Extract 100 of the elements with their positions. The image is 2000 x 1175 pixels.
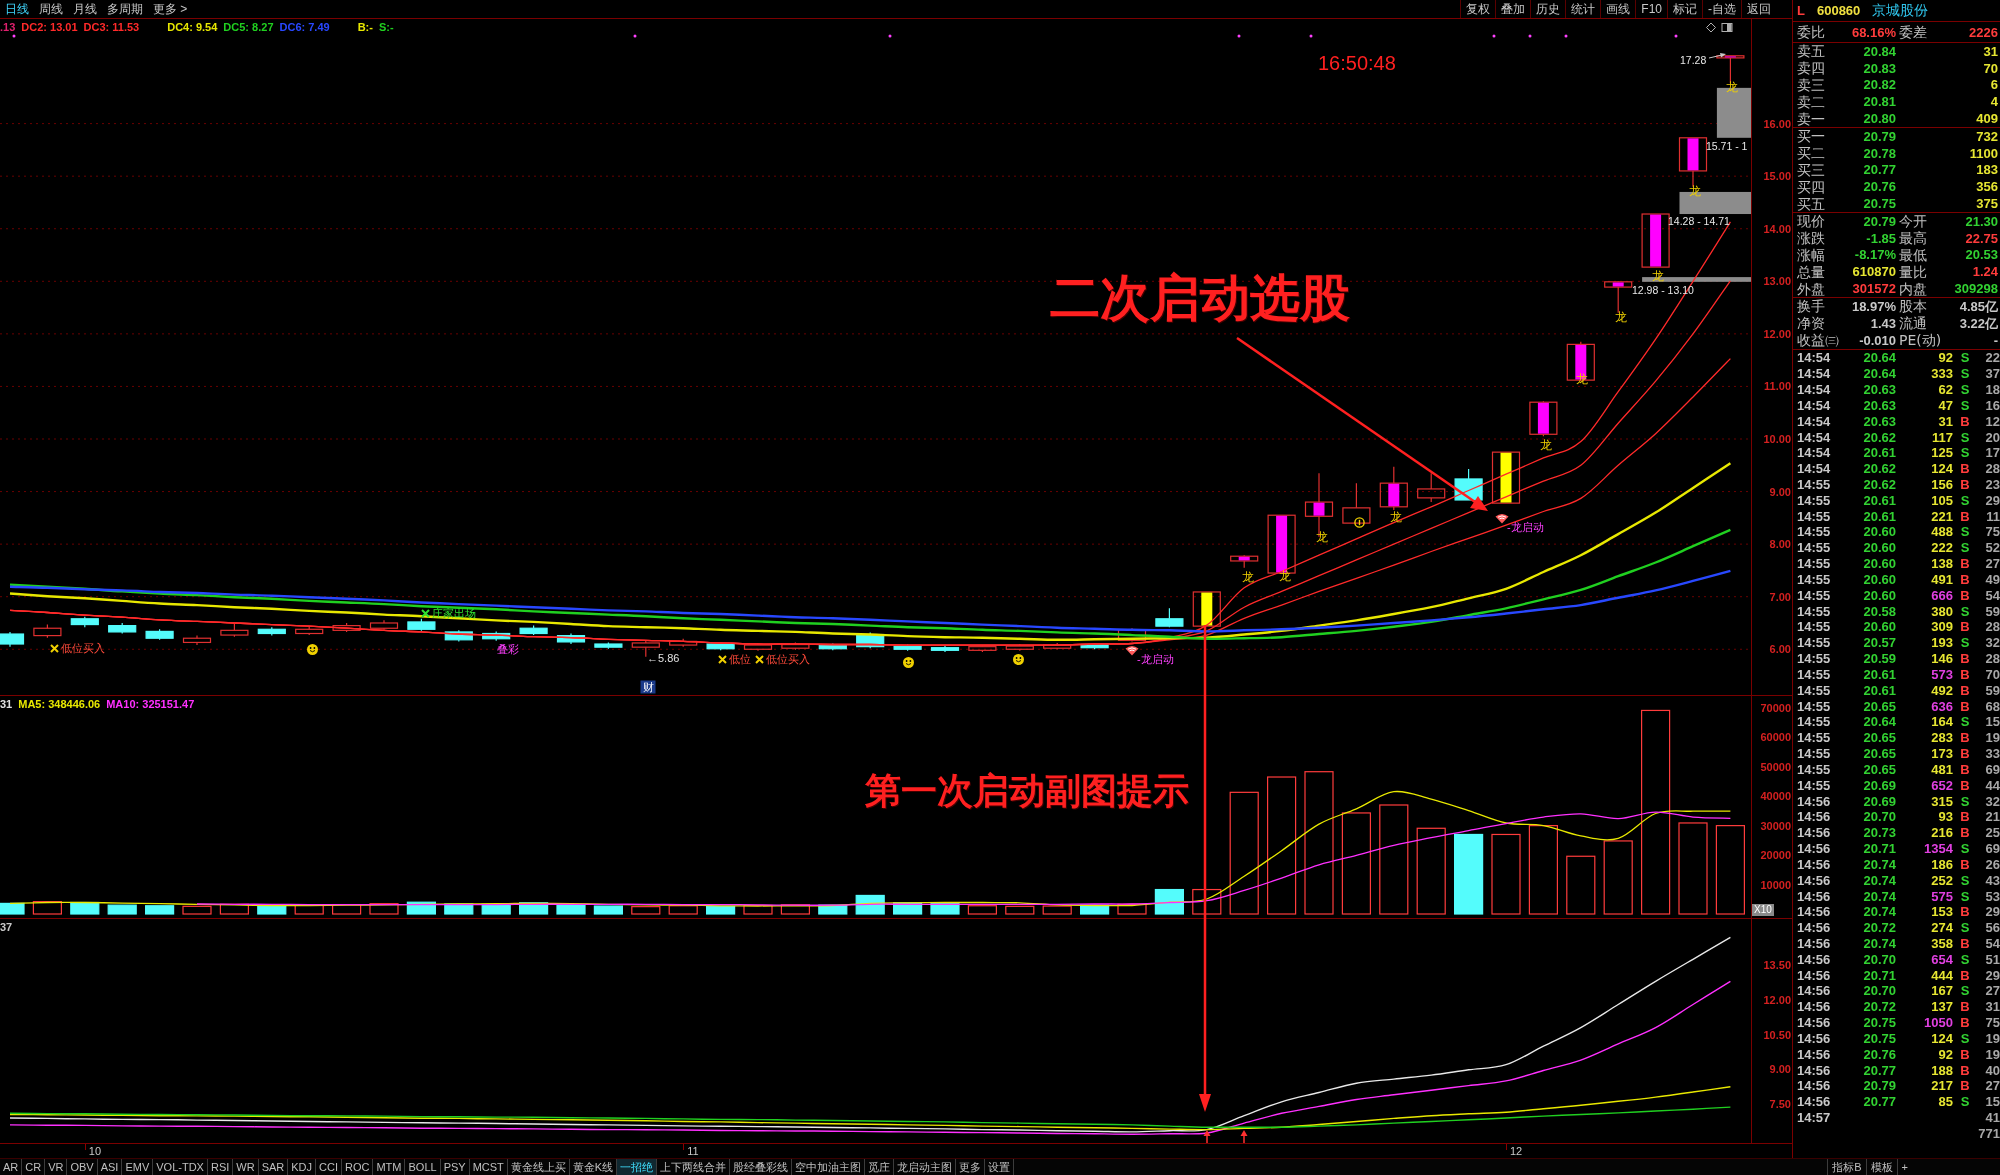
trade-time: 14:54: [1797, 398, 1831, 412]
trade-price: 20.70: [1862, 984, 1896, 998]
legend-value: DC2: 13.01: [21, 21, 78, 33]
trade-side: B: [1959, 478, 1971, 491]
legend-value: MA5: 348446.06: [18, 698, 101, 710]
trade-time: 14:56: [1797, 857, 1831, 871]
trade-price: 20.59: [1862, 652, 1896, 666]
quote-label: 委差: [1898, 25, 1928, 39]
order-level-label: 买五: [1797, 196, 1826, 211]
trade-volume: 252: [1930, 873, 1953, 887]
trade-price: 20.74: [1862, 857, 1896, 871]
trade-price: 20.75: [1862, 1031, 1896, 1045]
trade-time: 14:55: [1797, 620, 1831, 634]
trade-side: B: [1959, 731, 1971, 745]
trade-count: 32: [1984, 794, 2000, 808]
quote-value: 21.30: [1964, 214, 1998, 228]
trade-side: B: [1959, 1079, 1971, 1093]
quote-value: -8.17%: [1853, 248, 1896, 262]
trade-time: 14:55: [1797, 652, 1831, 666]
trade-count: 75: [1984, 1016, 2000, 1030]
trade-side: B: [1959, 588, 1971, 602]
trade-volume: 636: [1930, 699, 1953, 713]
quote-label: 净资: [1797, 316, 1826, 331]
trade-side: S: [1959, 604, 1971, 618]
trade-volume: 156: [1930, 478, 1953, 491]
quote-value: 20.53: [1964, 248, 1998, 262]
trade-count: 49: [1984, 572, 2000, 586]
quote-label: 换手: [1797, 299, 1826, 314]
trade-volume: 221: [1930, 509, 1953, 523]
order-price: 20.81: [1862, 95, 1896, 109]
trade-count: 28: [1984, 652, 2000, 666]
trade-count: 19: [1984, 1047, 2000, 1061]
start-signal-label: -龙启动: [1137, 652, 1174, 666]
trade-side: B: [1959, 1047, 1971, 1061]
axis-label: 11.00: [1764, 380, 1791, 392]
trade-volume: 92: [1937, 351, 1953, 365]
trade-price: 20.62: [1862, 478, 1896, 491]
order-volume: 183: [1975, 163, 1998, 177]
trade-count: 771: [1977, 1126, 2000, 1140]
legend-value: DC6: 7.49: [279, 21, 330, 33]
quote-value: 1.24: [1971, 265, 1998, 279]
annotation-text: 二次启动选股: [1050, 271, 1350, 326]
trade-time: 14:56: [1797, 905, 1831, 919]
quote-value: 301572: [1851, 282, 1896, 296]
trade-price: 20.71: [1862, 842, 1896, 856]
trade-volume: 488: [1930, 525, 1953, 539]
quote-label: 股本: [1898, 299, 1928, 314]
price-range-label: 17.28: [1680, 55, 1707, 67]
axis-label: 7.00: [1769, 591, 1791, 603]
trade-time: 14:56: [1797, 984, 1831, 998]
order-level-label: 买一: [1797, 129, 1826, 144]
trade-price: 20.60: [1862, 557, 1896, 571]
trade-volume: 309: [1930, 620, 1953, 634]
trade-volume: 117: [1931, 430, 1953, 444]
trade-volume: 222: [1930, 541, 1953, 555]
trade-time: 14:56: [1797, 794, 1831, 808]
order-volume: 356: [1975, 180, 1998, 194]
trade-time: 14:56: [1797, 873, 1831, 887]
quote-label: 涨跌: [1797, 231, 1826, 246]
axis-label: 50000: [1760, 761, 1791, 773]
price-range-label: 15.71 - 1: [1706, 141, 1748, 153]
legend-value: B:-: [357, 21, 373, 33]
trade-time: 14:56: [1797, 1016, 1831, 1030]
buy-signal-label: 低位: [729, 652, 751, 666]
trade-time: 14:55: [1797, 572, 1831, 586]
trade-time: 14:56: [1797, 1000, 1831, 1014]
trade-side: B: [1959, 683, 1971, 697]
order-price: 20.76: [1862, 180, 1896, 194]
trade-side: S: [1959, 541, 1971, 555]
trade-side: B: [1959, 667, 1971, 681]
trade-count: 29: [1984, 968, 2000, 982]
trade-time: 14:56: [1797, 1047, 1831, 1061]
trade-side: S: [1959, 873, 1971, 887]
trade-count: 70: [1984, 667, 2000, 681]
trade-side: B: [1959, 652, 1971, 666]
trade-price: 20.73: [1862, 826, 1896, 840]
trade-volume: 105: [1930, 493, 1953, 507]
trade-time: 14:56: [1797, 1095, 1831, 1109]
trade-volume: 492: [1930, 683, 1953, 697]
trade-time: 14:56: [1797, 889, 1831, 903]
trade-count: 28: [1984, 462, 2000, 476]
trade-volume: 93: [1937, 810, 1953, 824]
quote-value: 3.22亿: [1958, 316, 1998, 330]
order-volume: 409: [1975, 112, 1998, 126]
order-volume: 4: [1989, 95, 1998, 109]
trade-side: B: [1959, 699, 1971, 713]
signal-label: 龙: [1652, 270, 1664, 284]
order-level-label: 卖四: [1797, 61, 1826, 76]
quote-value: 309298: [1953, 282, 1998, 296]
trade-count: 59: [1984, 604, 2000, 618]
trade-volume: 124: [1930, 1031, 1953, 1045]
trade-count: 54: [1984, 937, 2000, 950]
trade-time: 14:55: [1797, 778, 1831, 792]
trade-side: S: [1959, 794, 1971, 808]
trade-price: 20.60: [1862, 620, 1896, 634]
trade-time: 14:55: [1797, 715, 1831, 729]
trade-side: B: [1959, 968, 1971, 982]
trade-volume: 31: [1937, 414, 1953, 428]
legend-value: DC4: 9.54: [167, 21, 218, 33]
trade-price: 20.65: [1862, 731, 1896, 745]
